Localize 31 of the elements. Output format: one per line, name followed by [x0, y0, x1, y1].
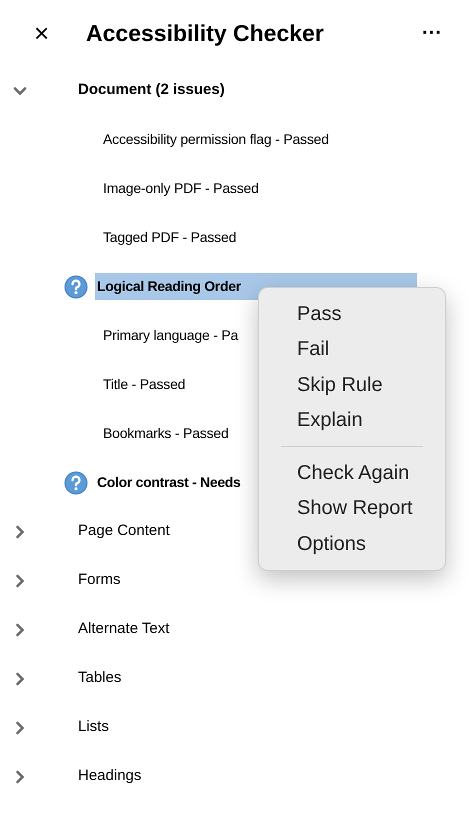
rule-label[interactable]: Image-only PDF - Passed [103, 178, 259, 199]
menu-item[interactable]: Show Report [259, 490, 445, 526]
menu-item[interactable]: Explain [259, 402, 445, 438]
question-icon [64, 470, 88, 494]
section-label[interactable]: Lists [78, 716, 109, 739]
chevron-right-icon[interactable] [13, 574, 27, 588]
chevron-right-icon[interactable] [13, 672, 27, 686]
menu-item[interactable]: Options [259, 526, 445, 562]
section-label[interactable]: Alternate Text [78, 618, 170, 641]
rule-label[interactable]: Title - Passed [103, 374, 186, 395]
chevron-right-icon[interactable] [13, 720, 27, 734]
menu-item[interactable]: Check Again [259, 455, 445, 490]
menu-item[interactable]: Fail [259, 332, 445, 367]
more-button[interactable]: ··· [422, 23, 442, 43]
rule-label[interactable]: Bookmarks - Passed [103, 423, 229, 444]
panel-title: Accessibility Checker [86, 18, 324, 48]
close-button[interactable]: × [0, 20, 86, 46]
menu-item[interactable]: Skip Rule [259, 367, 445, 402]
section-label[interactable]: Page Content [78, 520, 170, 543]
chevron-right-icon[interactable] [13, 770, 27, 784]
section-label[interactable]: Document (2 issues) [78, 79, 225, 102]
rule-label[interactable]: Primary language - Pa [103, 325, 238, 346]
section-label[interactable]: Headings [78, 765, 142, 788]
section-label[interactable]: Forms [78, 569, 120, 592]
question-icon [64, 274, 88, 298]
chevron-right-icon[interactable] [13, 524, 27, 538]
section-label[interactable]: Tables [78, 667, 122, 690]
issue-label[interactable]: Color contrast - Needs [95, 469, 243, 496]
rule-label[interactable]: Accessibility permission flag - Passed [103, 129, 329, 150]
chevron-right-icon[interactable] [13, 622, 27, 636]
rule-label[interactable]: Tagged PDF - Passed [103, 227, 236, 248]
